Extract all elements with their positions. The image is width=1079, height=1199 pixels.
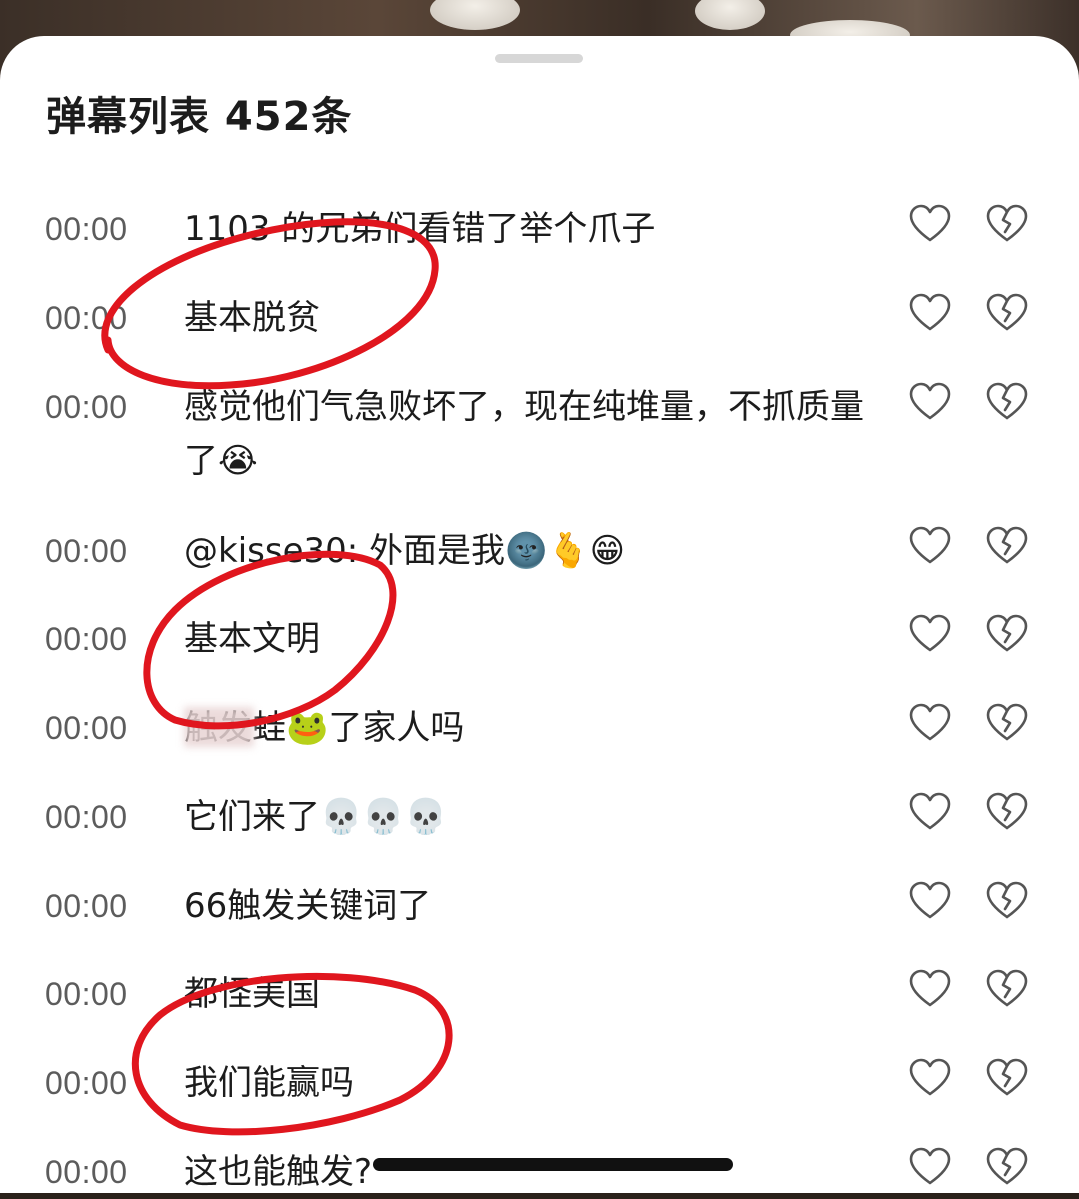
danmaku-time: 00:00	[45, 211, 128, 247]
danmaku-time: 00:00	[45, 621, 128, 657]
broken-heart-icon[interactable]	[985, 204, 1029, 244]
danmaku-text: 66触发关键词了	[184, 886, 432, 926]
danmaku-text: 基本文明	[184, 619, 320, 659]
heart-outline-icon[interactable]	[908, 881, 952, 921]
bowl-image	[430, 0, 520, 30]
danmaku-row[interactable]: 00:00 它们来了💀💀💀	[0, 766, 1079, 855]
heart-outline-icon[interactable]	[908, 204, 952, 244]
broken-heart-icon[interactable]	[985, 382, 1029, 422]
danmaku-time: 00:00	[45, 389, 128, 425]
broken-heart-icon[interactable]	[985, 614, 1029, 654]
danmaku-row[interactable]: 00:00 都怪美国	[0, 943, 1079, 1032]
heart-outline-icon[interactable]	[908, 526, 952, 566]
danmaku-text: 这也能触发?	[184, 1152, 373, 1192]
danmaku-time: 00:00	[45, 1154, 128, 1190]
heart-outline-icon[interactable]	[908, 1058, 952, 1098]
danmaku-time: 00:00	[45, 799, 128, 835]
danmaku-row[interactable]: 00:00 基本文明	[0, 588, 1079, 677]
danmaku-time: 00:00	[45, 710, 128, 746]
danmaku-text: 它们来了💀💀💀	[184, 797, 448, 837]
broken-heart-icon[interactable]	[985, 969, 1029, 1009]
broken-heart-icon[interactable]	[985, 792, 1029, 832]
heart-outline-icon[interactable]	[908, 1147, 952, 1187]
heart-outline-icon[interactable]	[908, 293, 952, 333]
danmaku-time: 00:00	[45, 1065, 128, 1101]
danmaku-text: 感觉他们气急败坏了，现在纯堆量，不抓质量了😭	[184, 387, 864, 481]
danmaku-row[interactable]: 00:00 66触发关键词了	[0, 855, 1079, 943]
danmaku-time: 00:00	[45, 300, 128, 336]
heart-outline-icon[interactable]	[908, 792, 952, 832]
danmaku-text: 触发蛙🐸了家人吗	[184, 708, 465, 748]
danmaku-row[interactable]: 00:00 1103 的兄弟们看错了举个爪子	[0, 178, 1079, 267]
broken-heart-icon[interactable]	[985, 703, 1029, 743]
danmaku-time: 00:00	[45, 533, 128, 569]
broken-heart-icon[interactable]	[985, 526, 1029, 566]
danmaku-text: 1103 的兄弟们看错了举个爪子	[184, 209, 656, 249]
danmaku-row[interactable]: 00:00 我们能赢吗	[0, 1032, 1079, 1121]
danmaku-time: 00:00	[45, 888, 128, 924]
heart-outline-icon[interactable]	[908, 614, 952, 654]
broken-heart-icon[interactable]	[985, 1058, 1029, 1098]
danmaku-row[interactable]: 00:00 基本脱贫	[0, 267, 1079, 356]
danmaku-text: 都怪美国	[184, 974, 320, 1014]
danmaku-text: 基本脱贫	[184, 298, 320, 338]
page-title: 弹幕列表 452条	[46, 94, 353, 140]
danmaku-row[interactable]: 00:00 这也能触发?	[0, 1121, 1079, 1192]
heart-outline-icon[interactable]	[908, 382, 952, 422]
drag-handle[interactable]	[495, 54, 583, 63]
heart-outline-icon[interactable]	[908, 703, 952, 743]
blurred-text-patch	[184, 707, 254, 747]
danmaku-text: 我们能赢吗	[184, 1063, 354, 1103]
danmaku-time: 00:00	[45, 976, 128, 1012]
danmaku-row[interactable]: 00:00 感觉他们气急败坏了，现在纯堆量，不抓质量了😭	[0, 356, 1079, 500]
heart-outline-icon[interactable]	[908, 969, 952, 1009]
broken-heart-icon[interactable]	[985, 881, 1029, 921]
home-indicator[interactable]	[373, 1158, 733, 1171]
danmaku-row[interactable]: 00:00 触发蛙🐸了家人吗	[0, 677, 1079, 766]
broken-heart-icon[interactable]	[985, 1147, 1029, 1187]
bowl-image	[695, 0, 765, 30]
broken-heart-icon[interactable]	[985, 293, 1029, 333]
danmaku-row[interactable]: 00:00 @kisse30: 外面是我🌚🫰😁	[0, 500, 1079, 588]
danmaku-text: @kisse30: 外面是我🌚🫰😁	[184, 531, 626, 571]
